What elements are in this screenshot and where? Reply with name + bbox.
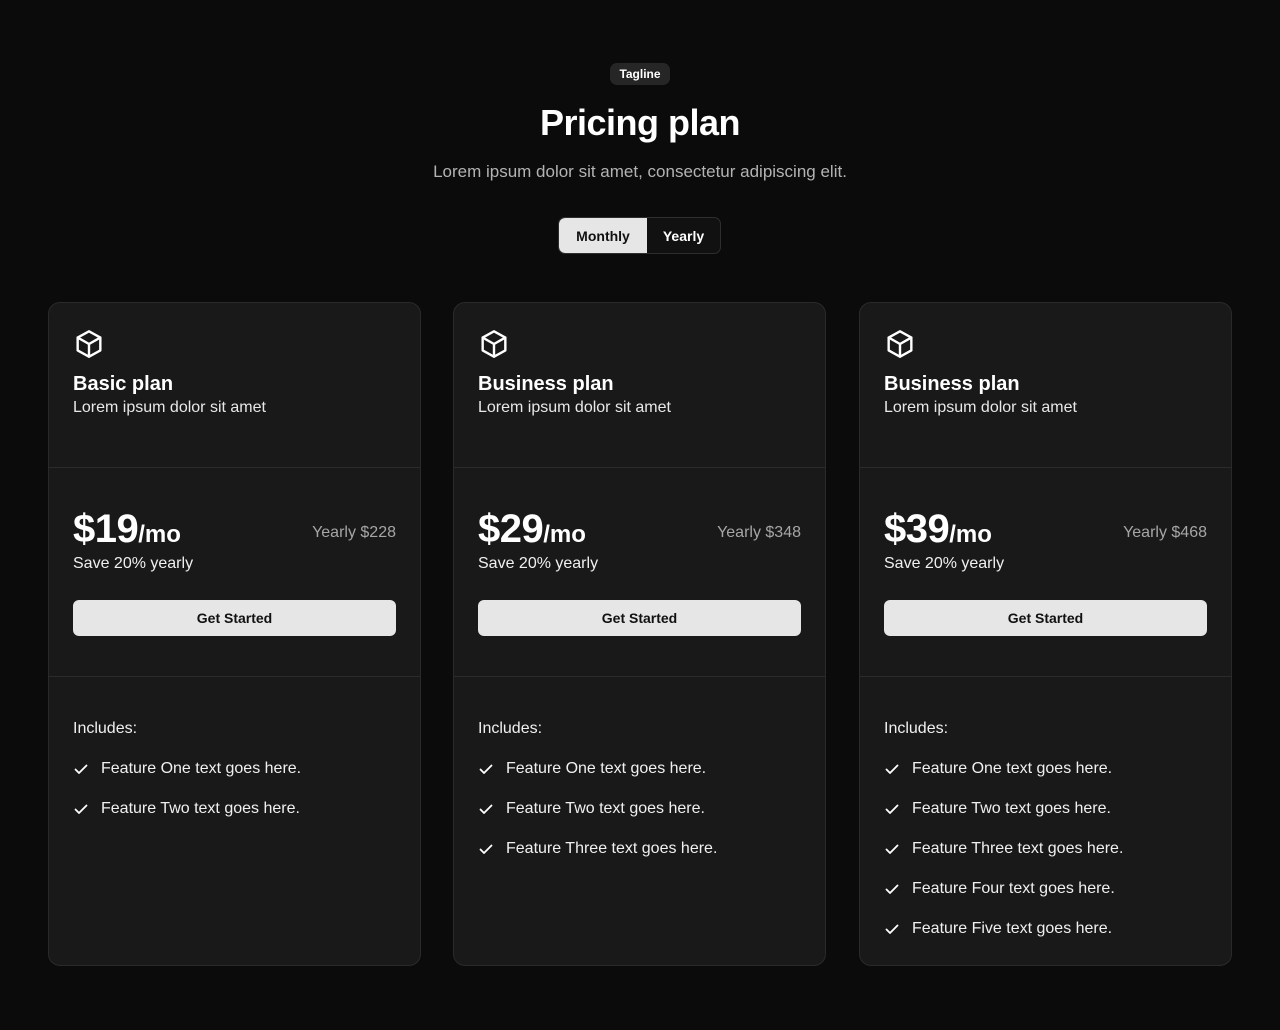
includes-label: Includes: bbox=[884, 720, 949, 737]
plan-pricing: $39 /mo Yearly $468 Save 20% yearly Get … bbox=[860, 468, 1231, 677]
check-icon bbox=[479, 804, 493, 814]
plan-price: $19 bbox=[73, 507, 139, 551]
cube-icon bbox=[76, 330, 102, 358]
plan-pricing: $19 /mo Yearly $228 Save 20% yearly Get … bbox=[49, 468, 420, 677]
check-icon bbox=[74, 804, 88, 814]
yearly-price: Yearly $468 bbox=[1123, 524, 1207, 541]
feature-item: Feature One text goes here. bbox=[73, 759, 396, 779]
save-note: Save 20% yearly bbox=[884, 555, 1005, 572]
check-icon bbox=[885, 764, 899, 774]
plan-header: Business plan Lorem ipsum dolor sit amet bbox=[860, 303, 1231, 468]
yearly-toggle-button[interactable]: Yearly bbox=[647, 218, 720, 253]
feature-text: Feature One text goes here. bbox=[506, 760, 707, 777]
feature-text: Feature Three text goes here. bbox=[506, 840, 718, 857]
plan-features: Includes: Feature One text goes here. Fe… bbox=[860, 677, 1231, 939]
plan-card-business: Business plan Lorem ipsum dolor sit amet… bbox=[453, 302, 826, 966]
feature-text: Feature One text goes here. bbox=[101, 760, 302, 777]
check-icon bbox=[885, 884, 899, 894]
plan-name: Basic plan bbox=[73, 373, 174, 395]
feature-text: Feature One text goes here. bbox=[912, 760, 1113, 777]
plan-features: Includes: Feature One text goes here. Fe… bbox=[49, 677, 420, 819]
includes-label: Includes: bbox=[478, 720, 543, 737]
check-icon bbox=[74, 764, 88, 774]
plan-header: Business plan Lorem ipsum dolor sit amet bbox=[454, 303, 825, 468]
save-note: Save 20% yearly bbox=[478, 555, 599, 572]
cube-icon bbox=[481, 330, 507, 358]
check-icon bbox=[885, 844, 899, 854]
plan-pricing: $29 /mo Yearly $348 Save 20% yearly Get … bbox=[454, 468, 825, 677]
feature-text: Feature Five text goes here. bbox=[912, 920, 1113, 937]
feature-item: Feature One text goes here. bbox=[478, 759, 801, 779]
feature-text: Feature Two text goes here. bbox=[101, 800, 300, 817]
feature-text: Feature Two text goes here. bbox=[506, 800, 705, 817]
feature-item: Feature Five text goes here. bbox=[884, 919, 1207, 939]
plan-name: Business plan bbox=[478, 373, 614, 395]
page-title: Pricing plan bbox=[539, 102, 741, 143]
check-icon bbox=[479, 764, 493, 774]
get-started-button[interactable]: Get Started bbox=[73, 600, 396, 636]
feature-item: Feature One text goes here. bbox=[884, 759, 1207, 779]
plan-price: $29 bbox=[478, 507, 544, 551]
plan-description: Lorem ipsum dolor sit amet bbox=[478, 399, 671, 416]
feature-item: Feature Two text goes here. bbox=[73, 799, 396, 819]
monthly-toggle-button[interactable]: Monthly bbox=[559, 218, 647, 253]
save-note: Save 20% yearly bbox=[73, 555, 194, 572]
feature-list: Feature One text goes here. Feature Two … bbox=[884, 759, 1207, 939]
plan-card-basic: Basic plan Lorem ipsum dolor sit amet $1… bbox=[48, 302, 421, 966]
plan-features: Includes: Feature One text goes here. Fe… bbox=[454, 677, 825, 859]
check-icon bbox=[885, 804, 899, 814]
get-started-button[interactable]: Get Started bbox=[478, 600, 801, 636]
check-icon bbox=[479, 844, 493, 854]
feature-item: Feature Three text goes here. bbox=[478, 839, 801, 859]
feature-text: Feature Three text goes here. bbox=[912, 840, 1124, 857]
yearly-price: Yearly $228 bbox=[312, 524, 396, 541]
price-period: /mo bbox=[543, 521, 586, 548]
feature-item: Feature Two text goes here. bbox=[478, 799, 801, 819]
feature-text: Feature Two text goes here. bbox=[912, 800, 1111, 817]
feature-item: Feature Four text goes here. bbox=[884, 879, 1207, 899]
pricing-header: Tagline Pricing plan Lorem ipsum dolor s… bbox=[0, 63, 1280, 183]
price-period: /mo bbox=[138, 521, 181, 548]
check-icon bbox=[885, 924, 899, 934]
feature-text: Feature Four text goes here. bbox=[912, 880, 1115, 897]
price-period: /mo bbox=[949, 521, 992, 548]
billing-toggle: Monthly Yearly bbox=[558, 217, 721, 254]
page-subtitle: Lorem ipsum dolor sit amet, consectetur … bbox=[433, 162, 847, 181]
feature-item: Feature Two text goes here. bbox=[884, 799, 1207, 819]
plan-card-business-plus: Business plan Lorem ipsum dolor sit amet… bbox=[859, 302, 1232, 966]
feature-list: Feature One text goes here. Feature Two … bbox=[478, 759, 801, 859]
plan-header: Basic plan Lorem ipsum dolor sit amet bbox=[49, 303, 420, 468]
plan-description: Lorem ipsum dolor sit amet bbox=[884, 399, 1077, 416]
tagline-badge: Tagline bbox=[610, 63, 670, 85]
yearly-price: Yearly $348 bbox=[717, 524, 801, 541]
plan-name: Business plan bbox=[884, 373, 1020, 395]
plan-description: Lorem ipsum dolor sit amet bbox=[73, 399, 266, 416]
feature-list: Feature One text goes here. Feature Two … bbox=[73, 759, 396, 819]
pricing-page: Tagline Pricing plan Lorem ipsum dolor s… bbox=[0, 0, 1280, 1030]
includes-label: Includes: bbox=[73, 720, 138, 737]
plan-price: $39 bbox=[884, 507, 950, 551]
get-started-button[interactable]: Get Started bbox=[884, 600, 1207, 636]
feature-item: Feature Three text goes here. bbox=[884, 839, 1207, 859]
cube-icon bbox=[887, 330, 913, 358]
